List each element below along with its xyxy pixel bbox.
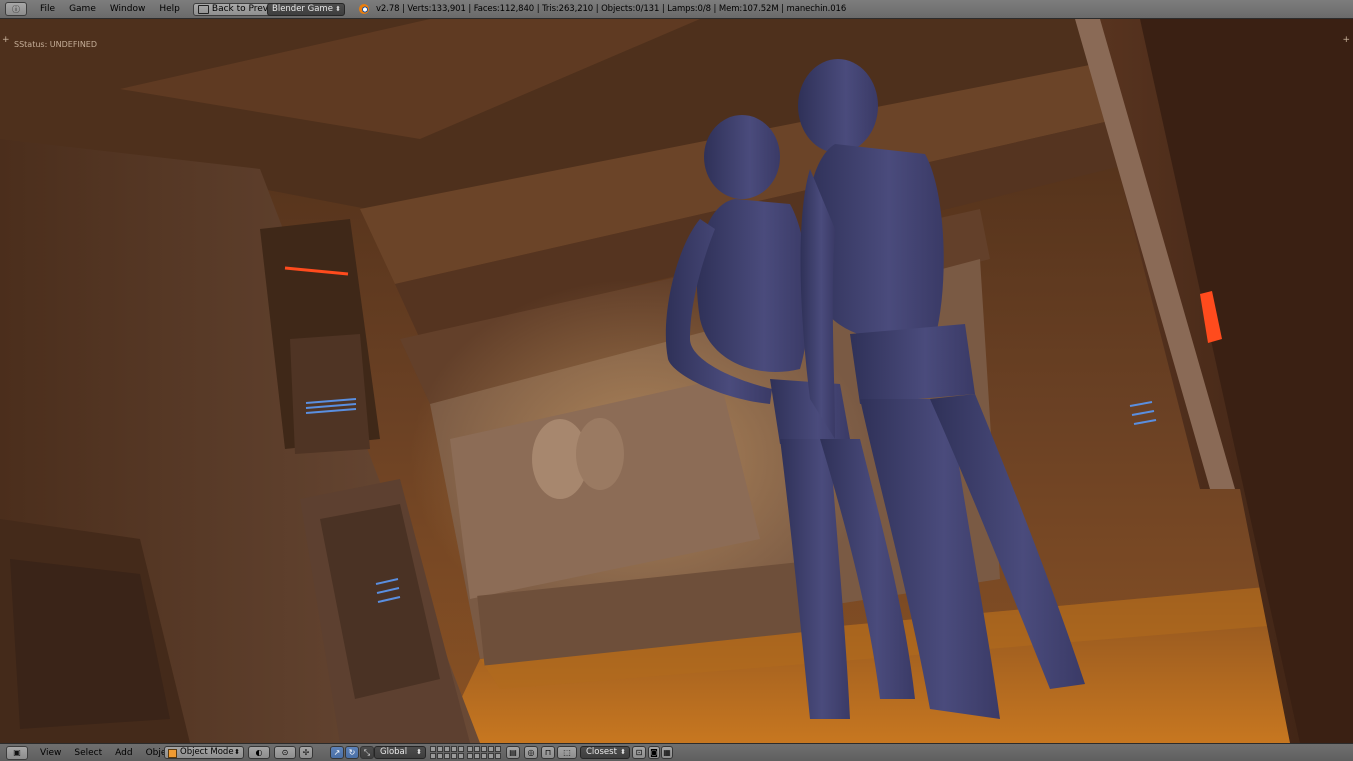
menu-add[interactable]: Add [109, 748, 139, 758]
screen-back-icon [197, 4, 209, 14]
menu-select[interactable]: Select [68, 748, 109, 758]
dropdown-arrows-icon: ⬍ [335, 5, 341, 13]
scene-layers-group-2[interactable] [467, 746, 501, 759]
3d-view-icon: ▣ [13, 748, 21, 757]
render-engine-select[interactable]: Blender Game ⬍ [267, 3, 345, 16]
lock-icon: ▤ [509, 748, 517, 757]
view-menu-bar: View Select Add Object [34, 748, 182, 758]
object-mode-icon [168, 749, 177, 758]
interaction-mode-select[interactable]: Object Mode ⬍ [164, 746, 244, 759]
snap-toggle-button[interactable]: ⊓ [541, 746, 555, 759]
proportional-editing-button[interactable]: ◎ [524, 746, 538, 759]
3d-view-header: ▣ View Select Add Object Object Mode ⬍ ◐… [0, 743, 1353, 761]
info-header: ⓘ File Game Window Help Back to Previous… [0, 0, 1353, 19]
camera-icon: ◙ [650, 748, 658, 757]
rotate-manipulator-button[interactable]: ↻ [345, 746, 359, 759]
transform-orientation-select[interactable]: Global ⬍ [374, 746, 426, 759]
menu-game[interactable]: Game [64, 4, 105, 14]
lock-camera-layers-button[interactable]: ▤ [506, 746, 520, 759]
translate-icon: ↗ [333, 748, 341, 757]
info-editor-type-button[interactable]: ⓘ [5, 2, 27, 16]
menu-file[interactable]: File [35, 4, 64, 14]
dropdown-arrows-icon: ⬍ [416, 748, 422, 756]
viewport-shading-select[interactable]: ◐ [248, 746, 270, 759]
interaction-mode-value: Object Mode [180, 747, 234, 757]
manipulator-icon: ✢ [302, 748, 310, 757]
pivot-icon: ⊙ [281, 748, 289, 757]
opengl-animation-button[interactable]: ▦ [661, 746, 673, 759]
area-split-corner-left[interactable]: + [2, 36, 10, 45]
dropdown-arrows-icon: ⬍ [620, 748, 626, 756]
solid-shading-icon: ◐ [255, 748, 263, 757]
snap-element-select[interactable]: ⬚ [557, 746, 577, 759]
scene-stats: v2.78 | Verts:133,901 | Faces:112,840 | … [376, 4, 847, 14]
top-menu: File Game Window Help [35, 4, 189, 14]
align-icon: ⊡ [635, 748, 643, 757]
opengl-render-button[interactable]: ◙ [648, 746, 660, 759]
game-status-text: SStatus: UNDEFINED [14, 40, 98, 49]
scale-manipulator-button[interactable]: ⤡ [360, 746, 374, 759]
info-icon: ⓘ [12, 4, 20, 14]
snap-target-value: Closest [586, 747, 617, 757]
align-rotation-button[interactable]: ⊡ [632, 746, 646, 759]
proportional-icon: ◎ [527, 748, 535, 757]
snap-target-select[interactable]: Closest ⬍ [580, 746, 630, 759]
clapper-icon: ▦ [663, 748, 671, 757]
blender-logo-icon [359, 4, 369, 14]
menu-help[interactable]: Help [154, 4, 189, 14]
magnet-icon: ⊓ [544, 748, 552, 757]
pivot-point-select[interactable]: ⊙ [274, 746, 296, 759]
3d-viewport[interactable]: SStatus: UNDEFINED + + [0, 19, 1353, 743]
snap-element-icon: ⬚ [563, 748, 571, 757]
dropdown-arrows-icon: ⬍ [234, 748, 240, 756]
rotate-icon: ↻ [348, 748, 356, 757]
render-engine-value: Blender Game [272, 4, 333, 14]
3d-view-editor-type-button[interactable]: ▣ [6, 745, 28, 760]
area-split-corner-right[interactable]: + [1342, 36, 1350, 45]
scale-icon: ⤡ [363, 748, 371, 757]
scene-layers-group-1[interactable] [430, 746, 464, 759]
menu-view[interactable]: View [34, 748, 68, 758]
translate-manipulator-button[interactable]: ↗ [330, 746, 344, 759]
menu-window[interactable]: Window [105, 4, 155, 14]
manipulator-toggle[interactable]: ✢ [299, 746, 313, 759]
transform-orientation-value: Global [380, 747, 408, 757]
scene-render [0, 19, 1353, 743]
